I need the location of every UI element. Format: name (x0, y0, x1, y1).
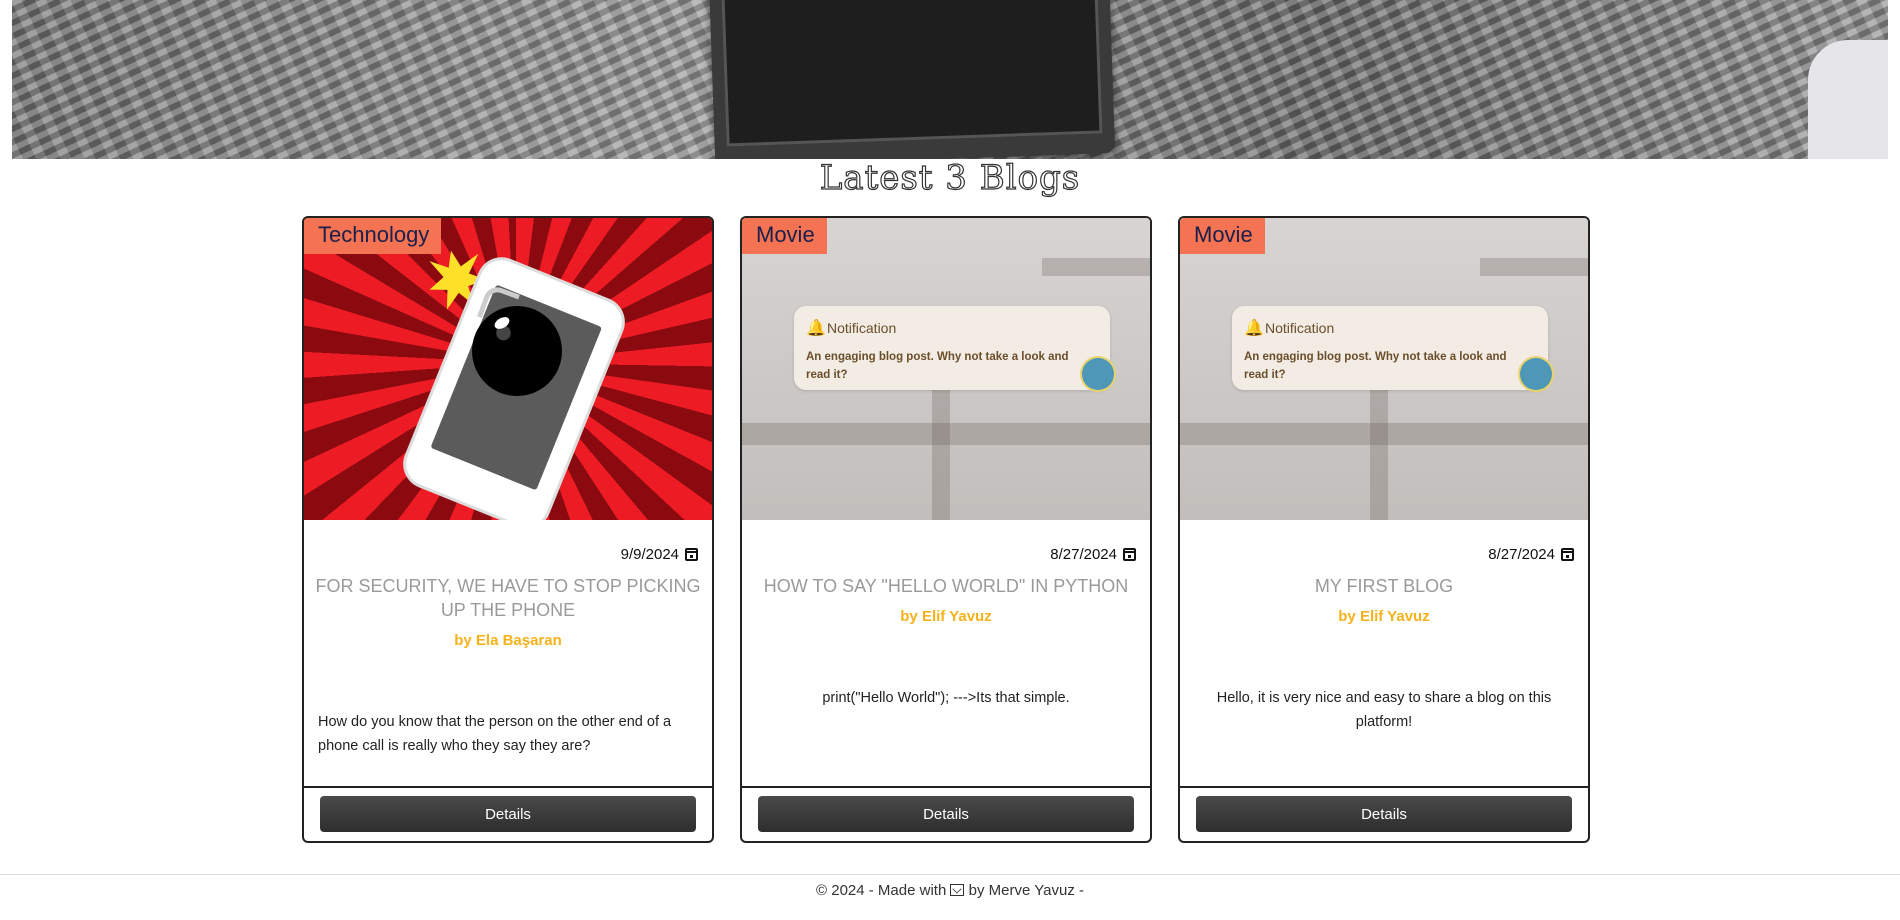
blog-card-list: Technology 9/9/2024 FOR SECURITY, WE HAV… (302, 216, 1590, 843)
hero-banner (12, 0, 1888, 159)
calendar-icon (1123, 548, 1136, 561)
category-tag[interactable]: Movie (1180, 218, 1265, 254)
post-author: by Ela Başaran (454, 632, 562, 649)
post-title[interactable]: FOR SECURITY, WE HAVE TO STOP PICKING UP… (314, 574, 702, 622)
blog-card-image[interactable]: Technology (304, 218, 712, 520)
post-excerpt: print("Hello World"); --->Its that simpl… (822, 690, 1070, 706)
blog-card-image[interactable]: 🔔 Notification An engaging blog post. Wh… (1180, 218, 1588, 520)
calendar-icon (1561, 548, 1574, 561)
category-tag[interactable]: Technology (304, 218, 442, 254)
details-button[interactable]: Details (1196, 796, 1572, 832)
mail-icon (950, 884, 965, 896)
hero-device-image (708, 0, 1116, 159)
footer-divider (0, 874, 1900, 875)
post-date: 8/27/2024 (1488, 546, 1574, 563)
details-button[interactable]: Details (758, 796, 1134, 832)
category-tag[interactable]: Movie (742, 218, 827, 254)
post-title[interactable]: HOW TO SAY "HELLO WORLD" IN PYTHON (752, 574, 1140, 598)
bell-icon: 🔔 (1244, 320, 1264, 337)
post-excerpt: Hello, it is very nice and easy to share… (1216, 690, 1552, 730)
details-button[interactable]: Details (320, 796, 696, 832)
bell-icon: 🔔 (806, 320, 826, 337)
notification-card: 🔔 Notification An engaging blog post. Wh… (794, 306, 1114, 390)
blog-card: Technology 9/9/2024 FOR SECURITY, WE HAV… (302, 216, 714, 843)
blog-card-body: 8/27/2024 MY FIRST BLOG by Elif Yavuz He… (1180, 520, 1588, 786)
blog-card-body: 9/9/2024 FOR SECURITY, WE HAVE TO STOP P… (304, 520, 712, 786)
page-footer: © 2024 - Made with by Merve Yavuz - (816, 882, 1084, 899)
blog-card: 🔔 Notification An engaging blog post. Wh… (740, 216, 1152, 843)
bomb-icon (472, 306, 562, 396)
blog-card-image[interactable]: 🔔 Notification An engaging blog post. Wh… (742, 218, 1150, 520)
calendar-icon (685, 548, 698, 561)
post-excerpt: How do you know that the person on the o… (318, 714, 672, 754)
post-date: 8/27/2024 (1050, 546, 1136, 563)
planet-icon (1082, 358, 1114, 390)
post-author: by Elif Yavuz (1338, 608, 1430, 625)
section-title: Latest 3 Blogs (819, 157, 1081, 198)
post-date: 9/9/2024 (621, 546, 698, 563)
blog-card-body: 8/27/2024 HOW TO SAY "HELLO WORLD" IN PY… (742, 520, 1150, 786)
notification-card: 🔔 Notification An engaging blog post. Wh… (1232, 306, 1552, 390)
planet-icon (1520, 358, 1552, 390)
post-author: by Elif Yavuz (900, 608, 992, 625)
post-title[interactable]: MY FIRST BLOG (1190, 574, 1578, 598)
blog-card: 🔔 Notification An engaging blog post. Wh… (1178, 216, 1590, 843)
